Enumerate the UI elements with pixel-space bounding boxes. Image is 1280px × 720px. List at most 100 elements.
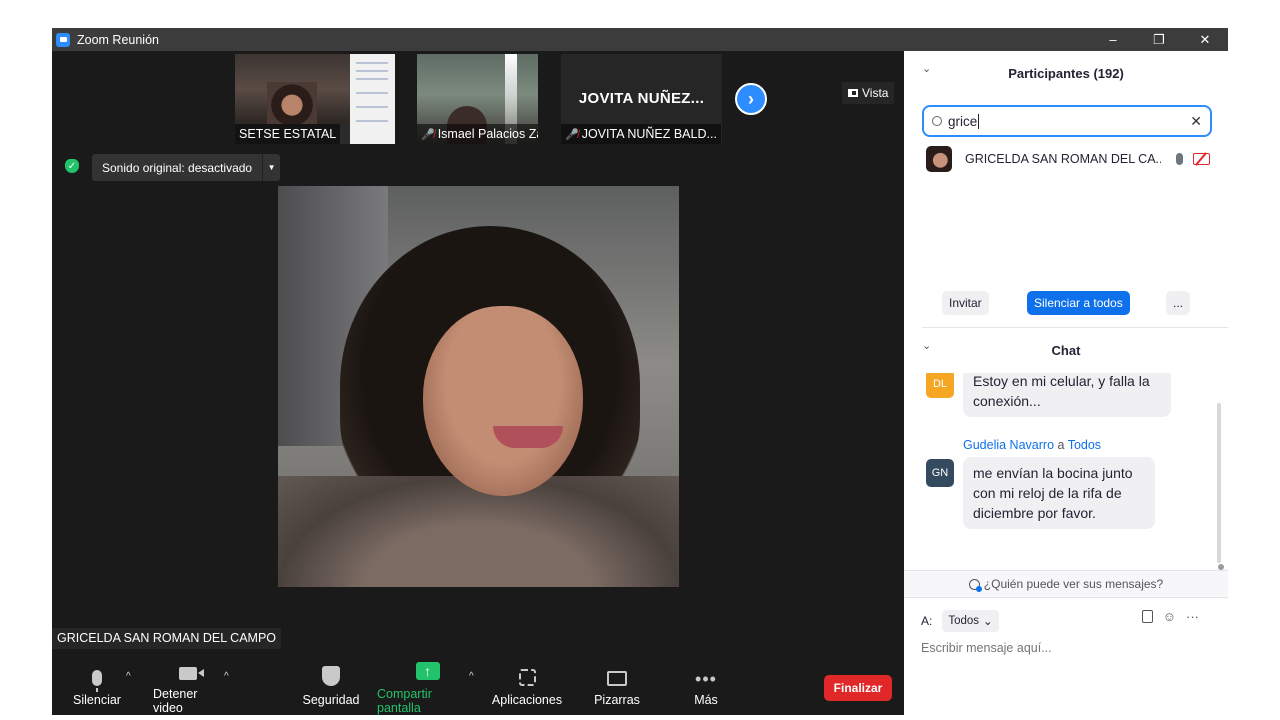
collapse-participants-icon[interactable]: ⌄ [922, 62, 931, 75]
participants-more-button[interactable]: ... [1166, 291, 1191, 315]
invite-button[interactable]: Invitar [942, 291, 989, 315]
thumbnail-name-row: 🎤̸ JOVITA NUÑEZ BALD... [561, 124, 721, 144]
muted-mic-icon: 🎤̸ [421, 129, 435, 141]
thumbnail-jovita-nunez[interactable]: JOVITA NUÑEZ... 🎤̸ JOVITA NUÑEZ BALD... [561, 54, 722, 144]
whiteboards-label: Pizarras [594, 693, 640, 707]
mute-label: Silenciar [73, 693, 121, 707]
side-panel: ⌄ Participantes (192) grice ✕ GRICELDA S… [904, 51, 1228, 692]
collapse-chat-icon[interactable]: ⌄ [922, 339, 931, 352]
thumbnail-name: SETSE ESTATAL [235, 124, 341, 144]
view-button[interactable]: Vista [842, 82, 895, 104]
original-sound-label: Sonido original: desactivado [102, 160, 253, 175]
meeting-area: SETSE ESTATAL 🎤̸Ismael Palacios Zamo... … [52, 51, 904, 715]
apps-button[interactable]: Aplicaciones [492, 658, 562, 715]
recipient-select[interactable]: Todos ⌄ [942, 610, 999, 632]
window-controls: – ❐ ✕ [1090, 28, 1228, 51]
mute-all-button[interactable]: Silenciar a todos [1027, 291, 1130, 315]
chat-recipient[interactable]: Todos [1068, 438, 1101, 452]
speaker-blouse [278, 476, 679, 587]
microphone-icon [1176, 153, 1183, 165]
search-value: grice [948, 113, 978, 129]
chat-sender-row: Gudelia Navarro a Todos [963, 438, 1101, 452]
divider [922, 327, 1228, 328]
view-label: Vista [862, 86, 889, 100]
mute-button[interactable]: Silenciar [73, 658, 121, 715]
speaker-face [423, 306, 583, 496]
active-speaker-video [278, 186, 679, 587]
video-off-icon [1193, 153, 1210, 165]
zoom-window: Zoom Reunión – ❐ ✕ SETSE ESTATAL 🎤̸ Ismae… [52, 28, 1228, 715]
avatar [926, 146, 952, 172]
share-screen-icon: ↑ [415, 662, 440, 680]
thumbnail-ismael-palacios[interactable]: 🎤̸Ismael Palacios Zamo... [417, 54, 538, 144]
video-camera-icon [179, 667, 204, 680]
chat-to-word: a [1057, 438, 1065, 452]
apps-label: Aplicaciones [491, 693, 563, 707]
chevron-down-icon: ⌄ [983, 616, 993, 628]
clear-search-icon[interactable]: ✕ [1190, 113, 1202, 130]
chat-tools: ☺ ··· [1141, 609, 1199, 624]
speaker-smile [493, 426, 563, 448]
security-button[interactable]: Seguridad [302, 658, 360, 715]
zoom-app-icon [56, 32, 70, 47]
participants-title: Participantes (192) [1008, 65, 1124, 81]
share-screen-button[interactable]: ↑ Compartir pantalla [377, 658, 478, 715]
emoji-icon[interactable]: ☺ [1163, 609, 1176, 624]
message-visibility-link[interactable]: ¿Quién puede ver sus mensajes? [904, 570, 1228, 598]
whiteboards-button[interactable]: Pizarras [594, 658, 640, 715]
visibility-text: ¿Quién puede ver sus mensajes? [983, 577, 1164, 591]
close-button[interactable]: ✕ [1182, 28, 1228, 51]
chevron-down-icon[interactable]: ▼ [262, 154, 280, 181]
meeting-toolbar: Silenciar ^ Detener video ^ Seguridad ↑ … [52, 658, 904, 715]
chat-message: me envían la bocina junto con mi reloj d… [963, 457, 1155, 529]
participant-search-input[interactable]: grice ✕ [922, 105, 1212, 137]
avatar: DL [926, 373, 954, 398]
microphone-icon [92, 670, 102, 692]
participant-row[interactable]: GRICELDA SAN ROMAN DEL CA... [926, 146, 1216, 172]
chat-scrollbar[interactable] [1217, 403, 1221, 563]
shared-document-preview [350, 54, 395, 144]
chat-message-input[interactable] [921, 638, 1211, 658]
original-sound-toggle[interactable]: Sonido original: desactivado ▼ [92, 154, 281, 181]
shield-icon [322, 666, 340, 686]
text-cursor [978, 113, 980, 129]
more-button[interactable]: ••• Más [690, 658, 722, 715]
audio-options-caret-icon[interactable]: ^ [126, 671, 131, 682]
stop-video-label: Detener video [153, 687, 198, 715]
more-dots-icon: ••• [695, 669, 717, 689]
thumbnail-setse-estatal[interactable]: SETSE ESTATAL [235, 54, 395, 144]
participants-header: ⌄ Participantes (192) [904, 62, 1228, 84]
security-label: Seguridad [302, 693, 360, 707]
thumbnail-name-row: 🎤̸Ismael Palacios Zamo... [417, 124, 538, 144]
more-label: Más [694, 693, 718, 707]
share-screen-label: Compartir pantalla [377, 687, 432, 715]
restore-button[interactable]: ❐ [1136, 28, 1182, 51]
to-label: A: [921, 614, 933, 628]
minimize-button[interactable]: – [1090, 28, 1136, 51]
file-icon[interactable] [1141, 610, 1153, 623]
chat-sender[interactable]: Gudelia Navarro [963, 438, 1054, 452]
chat-messages: DL Estoy en mi celular, y falla la conex… [904, 373, 1228, 548]
more-options-icon[interactable]: ··· [1186, 609, 1199, 624]
thumbnail-name: Ismael Palacios Zamo... [437, 127, 538, 141]
thumbnail-name: JOVITA NUÑEZ BALD... [581, 127, 717, 141]
gallery-view-icon [848, 89, 858, 97]
stop-video-button[interactable]: Detener video [153, 658, 229, 715]
encryption-shield-icon[interactable]: ✓ [65, 159, 79, 173]
chat-title: Chat [1051, 342, 1081, 358]
muted-mic-icon: 🎤̸ [565, 129, 579, 141]
whiteboard-icon [607, 671, 627, 686]
video-options-caret-icon[interactable]: ^ [224, 671, 229, 682]
participant-face [267, 82, 317, 124]
chat-message: Estoy en mi celular, y falla la conexión… [963, 373, 1171, 417]
chat-header: ⌄ Chat [904, 339, 1228, 361]
end-meeting-button[interactable]: Finalizar [824, 675, 892, 701]
next-page-arrow-icon[interactable]: › [735, 83, 767, 115]
recipient-value: Todos [948, 615, 980, 627]
chat-recipient-row: A: Todos ⌄ ☺ ··· [921, 609, 1221, 633]
thumbnail-display-name: JOVITA NUÑEZ... [578, 90, 705, 107]
avatar: GN [926, 459, 954, 487]
apps-icon [518, 669, 536, 686]
share-options-caret-icon[interactable]: ^ [469, 671, 474, 682]
person-info-icon [968, 578, 982, 592]
